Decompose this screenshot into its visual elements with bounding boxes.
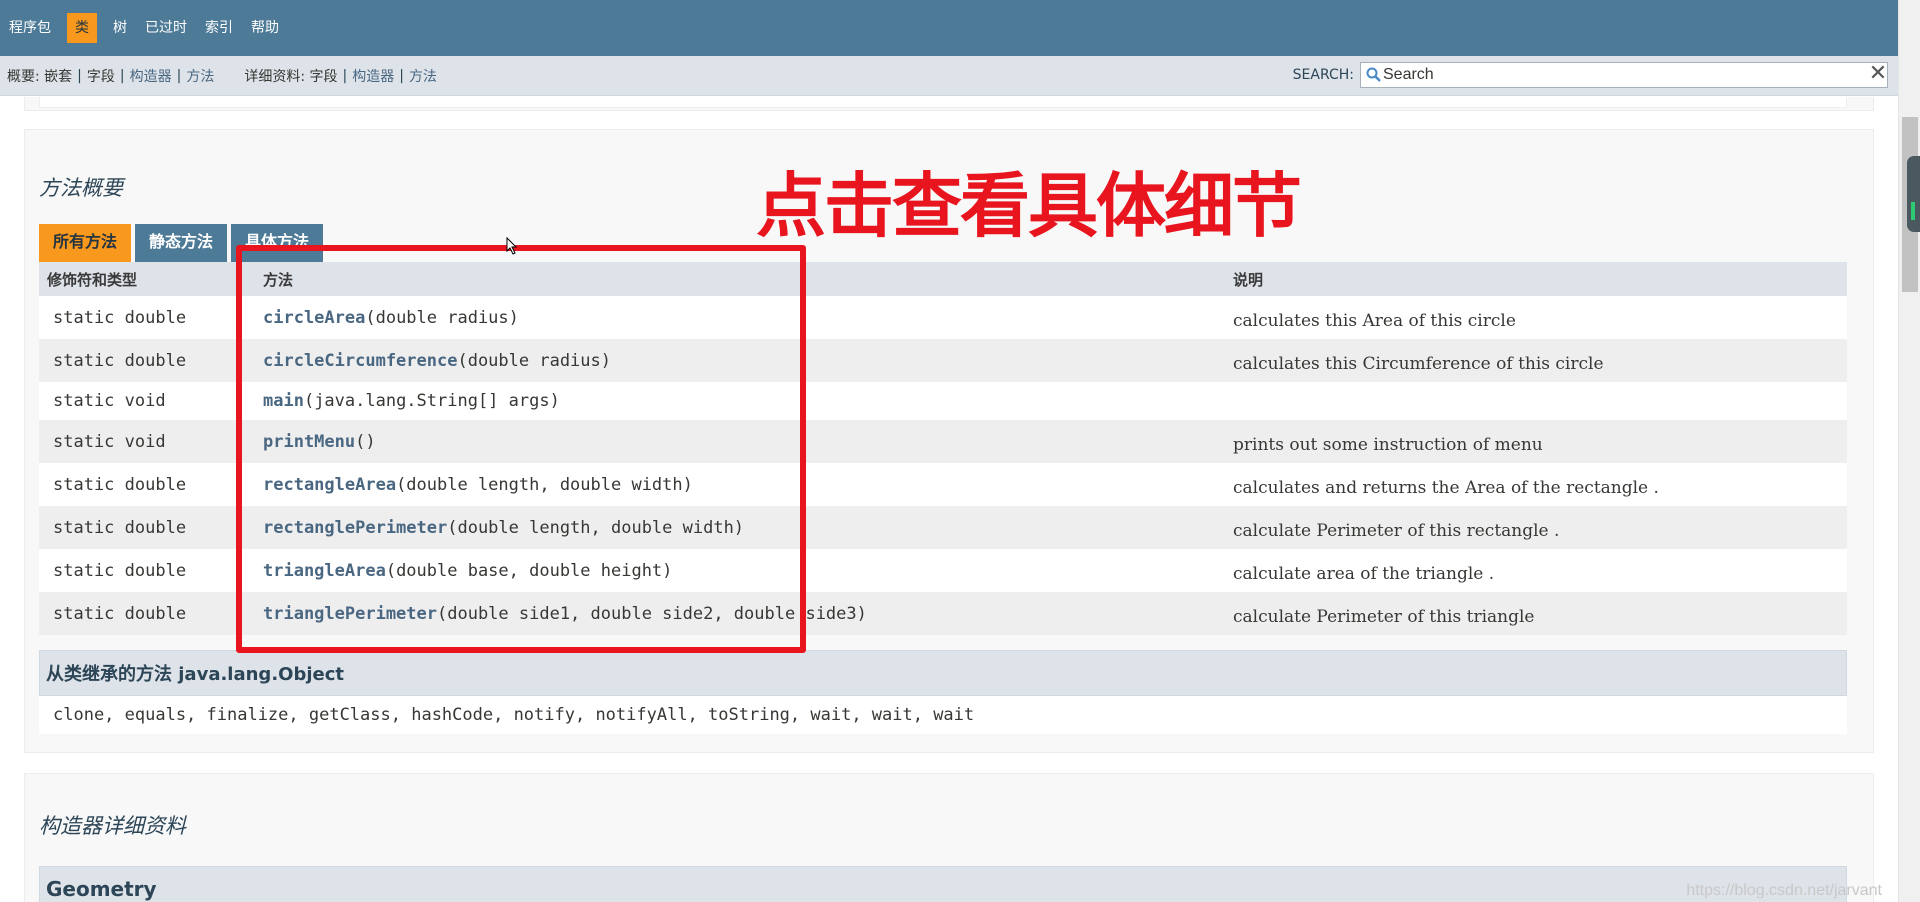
detail-constructor-link[interactable]: 构造器	[352, 66, 394, 86]
detail-label: 详细资料:	[244, 68, 306, 85]
clear-search-icon[interactable]: ✕	[1868, 63, 1888, 85]
watermark: https://blog.csdn.net/jarvant	[1686, 882, 1882, 899]
separator: |	[399, 67, 404, 84]
constructor-detail-title: 构造器详细资料	[39, 814, 186, 838]
sub-navigation-bar: 概要: 嵌套 | 字段 | 构造器 | 方法 详细资料: 字段 | 构造器 | …	[0, 56, 1898, 96]
nav-help[interactable]: 帮助	[249, 13, 281, 43]
header-description: 说明	[1233, 270, 1264, 289]
summary-method-link[interactable]: 方法	[186, 66, 214, 86]
method-description: calculate area of the triangle .	[1233, 563, 1495, 584]
method-modifier: static double	[53, 307, 187, 328]
side-widget-tab[interactable]	[1907, 156, 1920, 232]
tab-static-methods[interactable]: 静态方法	[135, 224, 228, 262]
method-description: calculate Perimeter of this triangle	[1233, 606, 1535, 627]
summary-label: 概要:	[7, 68, 40, 85]
method-modifier: static double	[53, 603, 187, 624]
search-icon	[1366, 67, 1381, 82]
annotation-highlight-box	[236, 245, 806, 653]
summary-links: 概要: 嵌套 | 字段 | 构造器 | 方法	[7, 66, 214, 86]
detail-method-link[interactable]: 方法	[409, 66, 437, 86]
method-modifier: static double	[53, 350, 187, 371]
tab-all-methods[interactable]: 所有方法	[39, 224, 132, 262]
vertical-scrollbar[interactable]	[1898, 0, 1920, 902]
search-box	[1360, 62, 1888, 88]
separator: |	[77, 67, 82, 84]
top-navigation-bar: 程序包 类 树 已过时 索引 帮助	[0, 0, 1898, 56]
previous-section-edge	[24, 97, 1874, 111]
annotation-text: 点击查看具体细节	[756, 165, 1302, 247]
mouse-cursor-icon	[506, 237, 518, 255]
separator: |	[119, 67, 125, 84]
method-description: calculates this Area of this circle	[1233, 310, 1516, 331]
method-modifier: static double	[53, 517, 187, 538]
method-description: calculates and returns the Area of the r…	[1233, 477, 1659, 498]
inherited-methods-list: clone, equals, finalize, getClass, hashC…	[39, 696, 1847, 734]
method-description	[1233, 398, 1847, 404]
method-modifier: static double	[53, 474, 187, 495]
method-modifier: static void	[53, 391, 166, 411]
nav-class[interactable]: 类	[67, 13, 97, 43]
detail-field: 字段	[309, 68, 338, 85]
detail-links: 详细资料: 字段 | 构造器 | 方法	[244, 66, 437, 86]
method-description: calculates this Circumference of this ci…	[1233, 353, 1604, 374]
summary-field: 字段	[86, 68, 115, 85]
method-description: calculate Perimeter of this rectangle .	[1233, 520, 1560, 541]
summary-constructor-link[interactable]: 构造器	[130, 66, 172, 86]
separator: |	[342, 67, 348, 84]
separator: |	[176, 67, 182, 84]
method-modifier: static double	[53, 560, 187, 581]
method-modifier: static void	[53, 431, 166, 452]
search-label: SEARCH:	[1292, 67, 1354, 83]
summary-nested: 嵌套	[44, 68, 73, 85]
method-summary-title: 方法概要	[39, 176, 123, 200]
inherited-methods-heading: 从类继承的方法 java.lang.Object	[39, 650, 1847, 696]
nav-tree[interactable]: 树	[111, 13, 129, 43]
constructor-name: Geometry	[39, 866, 1847, 902]
header-modifier: 修饰符和类型	[47, 270, 138, 289]
search-area: SEARCH: ✕	[1293, 62, 1888, 88]
search-input[interactable]	[1383, 66, 1887, 84]
method-description: prints out some instruction of menu	[1233, 434, 1543, 455]
constructor-detail-section: 构造器详细资料 Geometry	[24, 773, 1874, 902]
nav-package[interactable]: 程序包	[7, 13, 53, 43]
nav-index[interactable]: 索引	[203, 13, 235, 43]
nav-deprecated[interactable]: 已过时	[143, 13, 189, 43]
